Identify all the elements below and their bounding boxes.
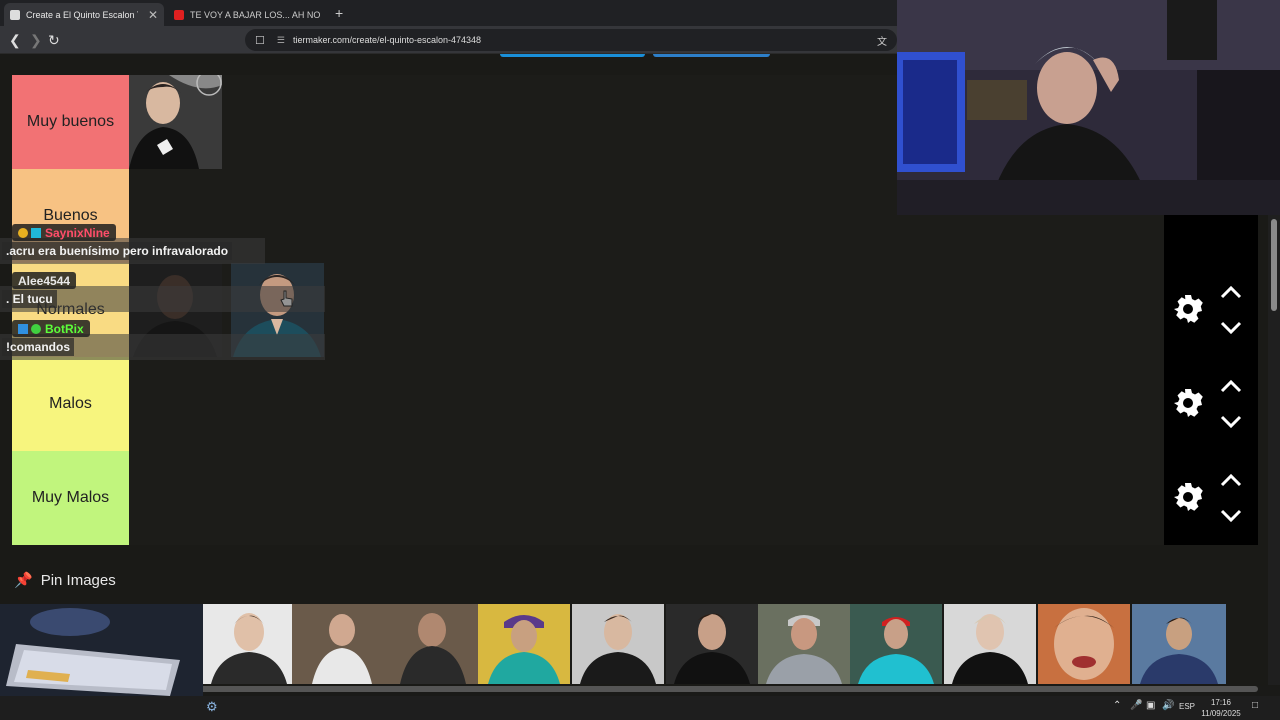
tab-title: TE VOY A BAJAR LOS... AH NO PARA <box>190 9 320 20</box>
subscriber-badge-icon <box>18 227 28 238</box>
gallery-image[interactable] <box>850 604 942 684</box>
close-tab-icon[interactable]: ✕ <box>148 8 158 22</box>
windows-taskbar: ⚙ ⌃ 🎤 ▣ 🔊 ESP 17:16 11/09/2025 □ <box>0 696 1280 720</box>
youtube-favicon-icon <box>174 9 184 20</box>
tier-items[interactable] <box>129 357 1164 451</box>
chat-user-badge: Alee4544 <box>12 272 77 289</box>
chat-username: Alee4544 <box>18 273 71 288</box>
address-bar[interactable]: ☐ ☰ tiermaker.com/create/el-quinto-escal… <box>245 29 897 51</box>
volume-icon[interactable]: 🔊 <box>1162 700 1174 711</box>
settings-gear-icon[interactable] <box>1172 387 1204 419</box>
tier-label[interactable]: Muy Malos <box>12 451 129 545</box>
chat-message: .acru era buenísimo pero infravalorado <box>2 242 233 260</box>
tab-title: Create a El Quinto Escalon Tier L <box>26 9 138 20</box>
vertical-scrollbar[interactable] <box>1268 215 1280 685</box>
pin-images-header: 📌 Pin Images <box>14 570 116 590</box>
tier-controls <box>1164 451 1258 545</box>
language-indicator[interactable]: ESP <box>1179 702 1195 711</box>
taskbar-clock[interactable]: 17:16 11/09/2025 <box>1196 697 1246 719</box>
chat-message: !comandos <box>2 338 75 356</box>
tier-label[interactable]: Muy buenos <box>12 75 129 169</box>
clock-date: 11/09/2025 <box>1201 709 1241 718</box>
chat-username: BotRix <box>45 321 84 336</box>
pin-icon[interactable]: 📌 <box>14 571 33 589</box>
gallery-image[interactable] <box>203 604 295 684</box>
move-down-chevron-icon[interactable] <box>1220 415 1242 429</box>
settings-gear-icon[interactable] <box>1172 293 1204 325</box>
site-settings-icon[interactable]: ☰ <box>277 35 285 46</box>
tier-item-image[interactable] <box>129 75 222 169</box>
tray-chevron-icon[interactable]: ⌃ <box>1113 700 1121 711</box>
gallery-image[interactable] <box>944 604 1036 684</box>
browser-tab-bar: Create a El Quinto Escalon Tier L ✕ TE V… <box>0 0 897 26</box>
tier-row: Malos <box>12 357 1258 451</box>
pin-images-label: Pin Images <box>40 571 116 589</box>
webcam-overlay <box>897 0 1280 215</box>
gallery-image[interactable] <box>1038 604 1130 684</box>
twitch-badge-icon <box>31 227 41 238</box>
save-button-edge[interactable] <box>500 54 645 57</box>
keyboard-cam-overlay <box>0 604 203 696</box>
new-tab-button[interactable]: + <box>335 5 343 21</box>
tier-row: Muy Malos <box>12 451 1258 545</box>
chat-message: . El tucu <box>2 290 57 308</box>
download-button-edge[interactable] <box>653 54 770 57</box>
url-text[interactable]: tiermaker.com/create/el-quinto-escalon-4… <box>293 35 481 45</box>
verified-badge-icon <box>31 323 41 334</box>
microphone-icon[interactable]: 🎤 <box>1130 700 1142 711</box>
translate-icon[interactable]: 文 <box>877 33 887 48</box>
gallery-image[interactable] <box>572 604 664 684</box>
bookmark-icon[interactable]: ☐ <box>255 34 265 47</box>
chat-username: SaynixNine <box>45 225 110 240</box>
gallery-image[interactable] <box>1132 604 1226 684</box>
tier-items[interactable] <box>129 451 1164 545</box>
move-up-chevron-icon[interactable] <box>1220 379 1242 393</box>
tab-tiermaker[interactable]: Create a El Quinto Escalon Tier L ✕ <box>4 3 164 26</box>
move-down-chevron-icon[interactable] <box>1220 509 1242 523</box>
network-icon[interactable]: ▣ <box>1146 700 1155 711</box>
tab-youtube[interactable]: TE VOY A BAJAR LOS... AH NO PARA <box>168 3 328 26</box>
gallery-image[interactable] <box>478 604 570 684</box>
back-arrow-icon[interactable]: ❮ <box>9 32 21 49</box>
gallery-image[interactable] <box>758 604 850 684</box>
chat-user-badge: BotRix <box>12 320 90 337</box>
scrollbar-thumb[interactable] <box>1271 219 1277 311</box>
gallery-image[interactable] <box>292 604 478 684</box>
tier-label[interactable]: Malos <box>12 357 129 451</box>
notifications-icon[interactable]: □ <box>1252 700 1258 711</box>
reload-icon[interactable]: ↻ <box>48 32 60 49</box>
settings-gear-icon[interactable] <box>1172 481 1204 513</box>
tier-controls <box>1164 263 1258 357</box>
tier-controls <box>1164 357 1258 451</box>
move-down-chevron-icon[interactable] <box>1220 321 1242 335</box>
chat-user-badge: SaynixNine <box>12 224 116 241</box>
steam-icon[interactable]: ⚙ <box>206 699 218 715</box>
bot-badge-icon <box>18 323 28 334</box>
tiermaker-favicon-icon <box>10 9 20 20</box>
gallery-image[interactable] <box>666 604 758 684</box>
clock-time: 17:16 <box>1210 698 1232 707</box>
move-up-chevron-icon[interactable] <box>1220 473 1242 487</box>
browser-toolbar: ❮ ❯ ↻ ☐ ☰ tiermaker.com/create/el-quinto… <box>0 26 897 54</box>
move-up-chevron-icon[interactable] <box>1220 285 1242 299</box>
forward-arrow-icon[interactable]: ❯ <box>30 32 42 49</box>
